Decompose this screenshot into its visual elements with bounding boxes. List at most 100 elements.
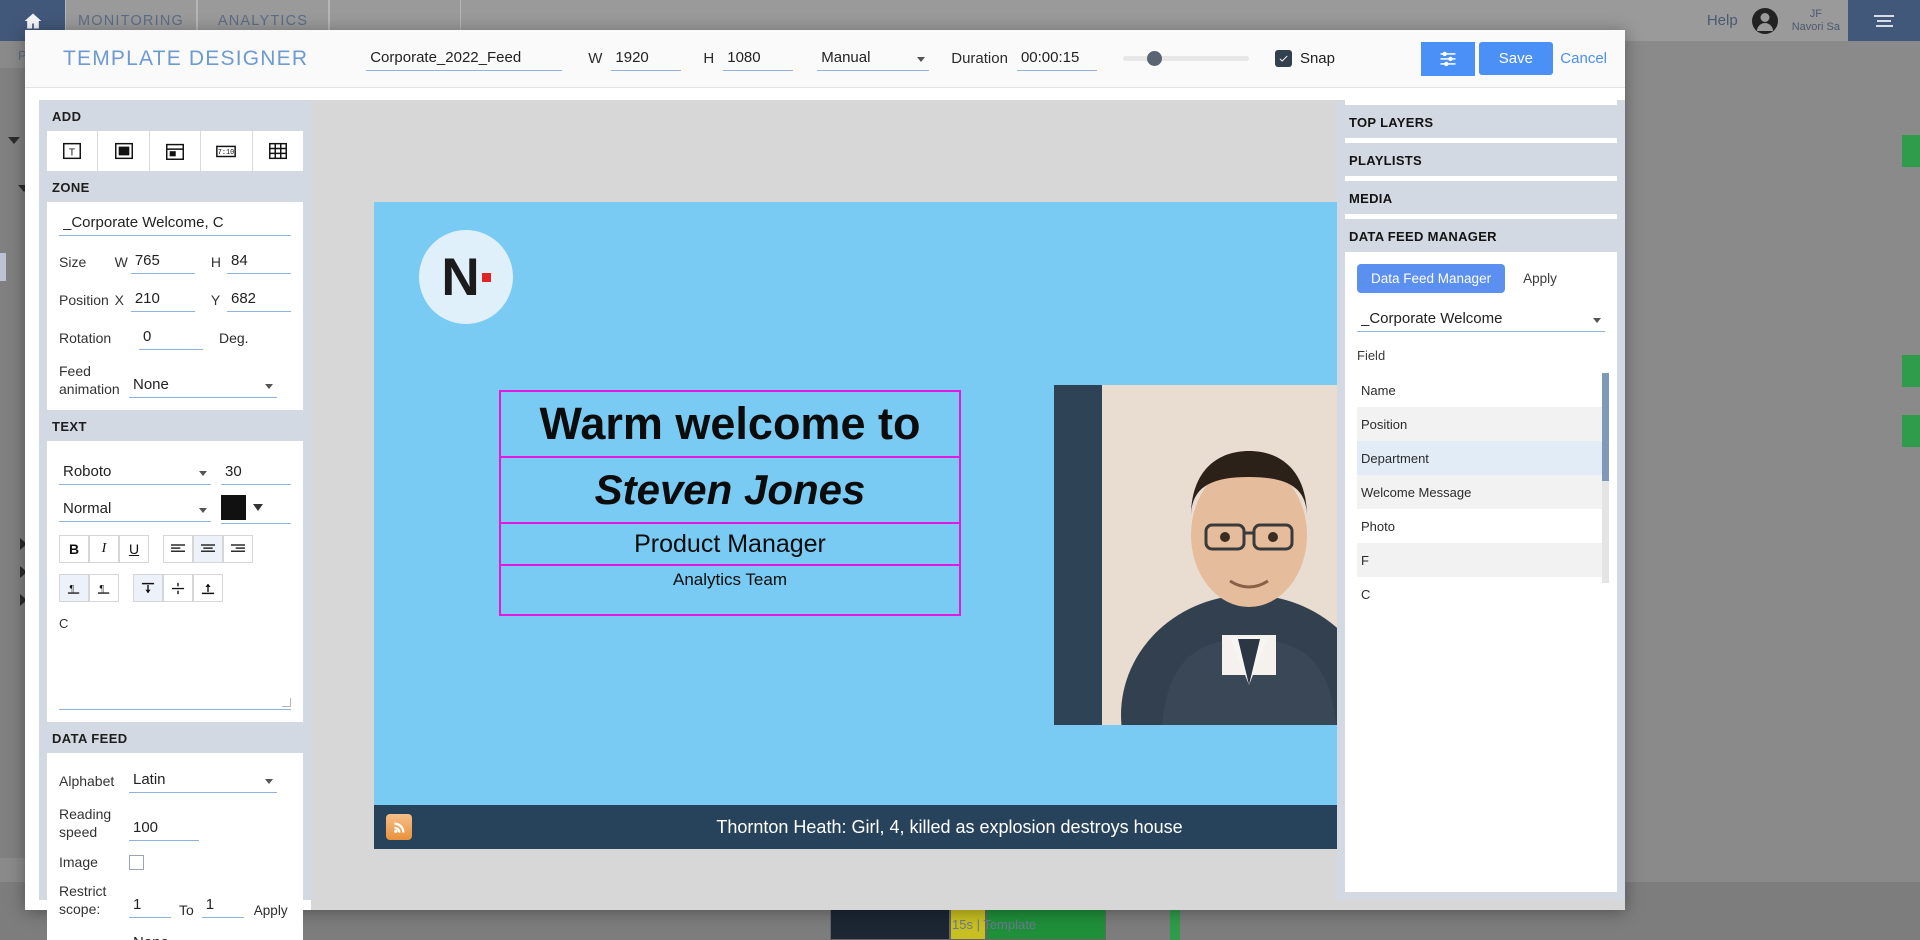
font-size-input[interactable]: [221, 460, 291, 485]
image-label: Image: [59, 854, 98, 870]
field-list: Name Position Department Welcome Message…: [1357, 373, 1609, 611]
mode-select[interactable]: Manual: [817, 46, 930, 71]
restrict-to-input[interactable]: [201, 893, 244, 918]
zone-welcome-heading[interactable]: Warm welcome to: [499, 390, 961, 458]
align-top-icon[interactable]: [133, 574, 163, 602]
width-input[interactable]: [611, 46, 682, 71]
zone-height-input[interactable]: [226, 249, 291, 274]
rotation-unit-label: Deg.: [219, 329, 249, 346]
alphabet-label: Alphabet: [59, 772, 115, 789]
align-middle-icon[interactable]: [163, 574, 193, 602]
list-item[interactable]: Name: [1357, 373, 1605, 407]
apply-link[interactable]: Apply: [1523, 271, 1557, 286]
zone-employee-name[interactable]: Steven Jones: [499, 456, 961, 524]
restrict-to-label: To: [179, 902, 194, 918]
underline-button[interactable]: U: [119, 535, 149, 563]
section-media[interactable]: MEDIA: [1337, 181, 1625, 214]
columns-select[interactable]: None: [129, 931, 225, 940]
pos-x-label: X: [114, 291, 125, 308]
section-data-feed-manager[interactable]: DATA FEED MANAGER: [1337, 219, 1625, 252]
add-image-zone-icon[interactable]: [98, 131, 150, 171]
snap-checkbox[interactable]: [1274, 50, 1292, 67]
zone-rotation-input[interactable]: [139, 325, 203, 350]
properties-panel: ADD T 7:10 ZONE _Corporate Welcome, C Si…: [39, 100, 311, 940]
chevron-down-icon: [253, 504, 263, 511]
section-playlists[interactable]: PLAYLISTS: [1337, 143, 1625, 176]
zone-name-input[interactable]: [59, 211, 291, 236]
list-item[interactable]: Welcome Message: [1357, 475, 1605, 509]
zone-employee-department[interactable]: Analytics Team: [499, 564, 961, 616]
status-chip-green: [1902, 415, 1920, 447]
zone-y-input[interactable]: [226, 287, 291, 312]
zone-width-input[interactable]: [130, 249, 195, 274]
menu-icon[interactable]: [1848, 0, 1920, 41]
list-item[interactable]: Position: [1357, 407, 1605, 441]
snap-label: Snap: [1299, 50, 1335, 67]
text-color-picker[interactable]: [221, 495, 291, 524]
text-content-value: C: [59, 616, 69, 631]
list-item[interactable]: F: [1357, 543, 1605, 577]
brand-logo: N: [419, 230, 513, 324]
list-item[interactable]: C: [1357, 577, 1605, 611]
tree-caret-down-icon[interactable]: [8, 137, 20, 144]
resize-grip-icon[interactable]: [282, 698, 291, 707]
italic-button[interactable]: I: [89, 535, 119, 563]
restrict-from-input[interactable]: [129, 893, 171, 918]
template-name-input[interactable]: [366, 46, 563, 71]
zone-x-input[interactable]: [130, 287, 195, 312]
restrict-apply-link[interactable]: Apply: [254, 903, 288, 918]
zone-section-title: ZONE: [52, 180, 90, 195]
align-right-icon[interactable]: [223, 535, 253, 563]
font-family-select[interactable]: Roboto: [59, 460, 211, 485]
text-content-textarea[interactable]: C: [59, 614, 291, 710]
add-text-zone-icon[interactable]: T: [47, 131, 99, 171]
alphabet-select[interactable]: Latin: [129, 768, 277, 793]
list-item[interactable]: Department: [1357, 441, 1605, 475]
list-item[interactable]: Photo: [1357, 509, 1605, 543]
svg-text:7:10: 7:10: [218, 149, 234, 157]
user-name: Navori Sa: [1791, 20, 1840, 33]
image-checkbox[interactable]: [129, 854, 144, 870]
zoom-slider-handle[interactable]: [1146, 51, 1162, 66]
save-button[interactable]: Save: [1478, 42, 1553, 75]
news-ticker-text: Thornton Heath: Girl, 4, killed as explo…: [716, 816, 1183, 837]
size-label: Size: [59, 253, 87, 270]
page-title: TEMPLATE DESIGNER: [63, 46, 309, 70]
logo-letter: N: [441, 247, 480, 307]
duration-label: Duration: [951, 50, 1008, 67]
dialog-header: TEMPLATE DESIGNER W H Manual Duration: [25, 30, 1625, 88]
add-clock-icon[interactable]: 7:10: [201, 131, 253, 171]
scrollbar-thumb[interactable]: [1602, 373, 1609, 481]
zone-employee-position[interactable]: Product Manager: [499, 522, 961, 566]
duration-input[interactable]: [1016, 46, 1097, 71]
add-calendar-icon[interactable]: [150, 131, 202, 171]
height-input[interactable]: [723, 46, 794, 71]
feed-animation-select[interactable]: None: [129, 373, 277, 398]
align-bottom-icon[interactable]: [193, 574, 223, 602]
rotation-label: Rotation: [59, 329, 112, 346]
data-feed-manager-button[interactable]: Data Feed Manager: [1357, 264, 1506, 293]
svg-text:T: T: [69, 148, 75, 159]
field-column-header: Field: [1357, 348, 1386, 363]
rss-icon: [386, 814, 412, 840]
restrict-scope-label: Restrict scope:: [59, 883, 107, 917]
user-initials: JF: [1809, 7, 1822, 20]
reading-speed-input[interactable]: [129, 816, 199, 841]
add-table-icon[interactable]: [253, 131, 303, 171]
help-link[interactable]: Help: [1707, 12, 1738, 29]
status-chip-green: [1902, 355, 1920, 387]
text-direction-ltr-icon[interactable]: ¶: [59, 574, 89, 602]
avatar[interactable]: [1751, 7, 1778, 34]
font-style-select[interactable]: Normal: [59, 497, 211, 522]
bold-button[interactable]: B: [59, 535, 89, 563]
zoom-slider[interactable]: [1122, 51, 1249, 66]
section-top-layers[interactable]: TOP LAYERS: [1337, 105, 1625, 138]
align-center-icon[interactable]: [193, 535, 223, 563]
align-left-icon[interactable]: [163, 535, 193, 563]
feed-animation-label: Feed animation: [59, 363, 120, 397]
text-direction-rtl-icon[interactable]: ¶: [89, 574, 119, 602]
settings-button[interactable]: [1421, 41, 1475, 76]
feed-select[interactable]: _Corporate Welcome: [1357, 307, 1605, 332]
cancel-button[interactable]: Cancel: [1554, 49, 1613, 68]
field-list-scrollbar[interactable]: [1602, 373, 1609, 583]
